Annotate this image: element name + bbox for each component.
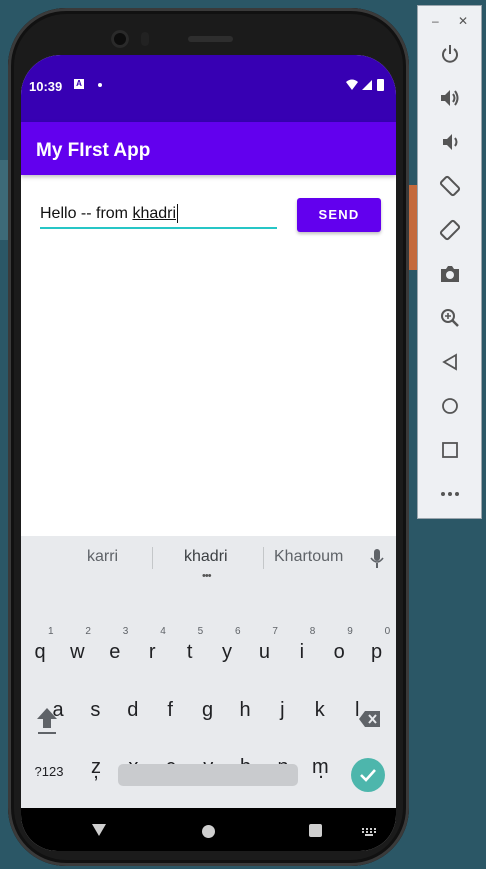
key-hint: 0 — [384, 626, 391, 637]
power-button[interactable] — [438, 42, 462, 66]
key-hint: 3 — [122, 626, 129, 637]
message-text: Hello -- from — [40, 205, 133, 222]
status-bar: 10:39 A — [21, 55, 396, 122]
device-screen: 10:39 A My FIrst App Hello -- from khadr… — [21, 55, 396, 851]
nav-recents-icon[interactable] — [309, 824, 322, 837]
key-hint: 7 — [272, 626, 278, 637]
spacebar[interactable] — [118, 764, 298, 786]
key-hint: 9 — [347, 626, 353, 637]
checkmark-icon — [360, 769, 376, 782]
minimize-button[interactable]: – — [432, 14, 439, 28]
key-g[interactable]: g — [190, 688, 226, 732]
notification-a-icon: A — [74, 79, 84, 89]
power-icon — [442, 45, 458, 63]
volume-up-icon — [441, 90, 459, 106]
suggestion-divider — [152, 547, 153, 569]
rotate-right-icon — [439, 219, 461, 241]
microphone-icon[interactable] — [370, 549, 384, 569]
keyboard-switch-icon[interactable] — [362, 828, 376, 836]
suggestion-divider — [263, 547, 264, 569]
key-hint: 1 — [48, 626, 54, 637]
key-hint: 5 — [197, 626, 204, 637]
back-button[interactable] — [438, 350, 462, 374]
key-k[interactable]: k — [302, 688, 338, 732]
nav-back-icon[interactable] — [91, 822, 107, 838]
battery-icon — [377, 79, 384, 91]
status-time: 10:39 — [29, 79, 63, 94]
sensor-icon — [141, 32, 149, 46]
zoom-button[interactable] — [438, 306, 462, 330]
key-f[interactable]: f — [152, 688, 188, 732]
period-key[interactable]: . — [303, 750, 339, 794]
app-bar: My FIrst App — [21, 122, 396, 175]
send-button[interactable]: SEND — [297, 198, 381, 232]
phone-frame: 10:39 A My FIrst App Hello -- from khadr… — [8, 8, 409, 866]
zoom-icon — [441, 309, 459, 327]
shift-icon[interactable] — [35, 706, 59, 736]
notification-dot-icon — [98, 83, 102, 87]
back-icon — [442, 353, 457, 371]
camera-icon — [441, 266, 459, 282]
suggestion-right[interactable]: Khartoum — [274, 548, 343, 566]
more-suggestions-icon[interactable]: ••• — [202, 570, 212, 582]
key-hint: 6 — [235, 626, 241, 637]
navigation-bar — [21, 808, 396, 851]
suggestion-center[interactable]: khadri — [184, 548, 228, 566]
symbols-key[interactable]: ?123 — [29, 750, 69, 794]
text-cursor — [177, 204, 179, 224]
close-button[interactable]: ✕ — [458, 14, 468, 28]
home-button[interactable] — [438, 394, 462, 418]
earpiece-speaker — [188, 36, 233, 42]
wifi-icon — [346, 79, 358, 90]
rotate-left-icon — [439, 175, 461, 197]
key-d[interactable]: d — [115, 688, 151, 732]
suggestion-strip: karri khadri Khartoum ••• — [21, 536, 396, 582]
message-input[interactable]: Hello -- from khadri — [40, 199, 277, 229]
volume-down-button[interactable] — [438, 130, 462, 154]
backspace-icon[interactable] — [358, 709, 382, 729]
signal-icon — [362, 80, 372, 90]
overview-icon — [442, 442, 458, 458]
key-hint: 8 — [309, 626, 316, 637]
key-j[interactable]: j — [264, 688, 300, 732]
soft-keyboard: karri khadri Khartoum ••• q1w2e3r4t5y6u7… — [21, 536, 396, 808]
more-button[interactable] — [438, 482, 462, 506]
comma-key[interactable]: , — [78, 750, 114, 794]
status-icons — [346, 79, 384, 91]
suggestion-left[interactable]: karri — [87, 548, 118, 566]
message-composing-word: khadri — [132, 205, 177, 222]
enter-key[interactable] — [351, 758, 385, 792]
volume-down-icon — [443, 134, 458, 150]
nav-home-icon[interactable] — [202, 825, 215, 838]
rotate-right-button[interactable] — [438, 218, 462, 242]
rotate-left-button[interactable] — [438, 174, 462, 198]
key-hint: 2 — [85, 626, 91, 637]
home-icon — [442, 398, 458, 414]
key-h[interactable]: h — [227, 688, 263, 732]
front-camera-icon — [111, 30, 129, 48]
more-icon — [441, 492, 459, 496]
app-title: My FIrst App — [36, 140, 151, 161]
key-hint: 4 — [160, 626, 166, 637]
volume-up-button[interactable] — [438, 86, 462, 110]
screenshot-button[interactable] — [438, 262, 462, 286]
overview-button[interactable] — [438, 438, 462, 462]
key-s[interactable]: s — [77, 688, 113, 732]
emulator-toolbar: – ✕ — [417, 5, 482, 519]
